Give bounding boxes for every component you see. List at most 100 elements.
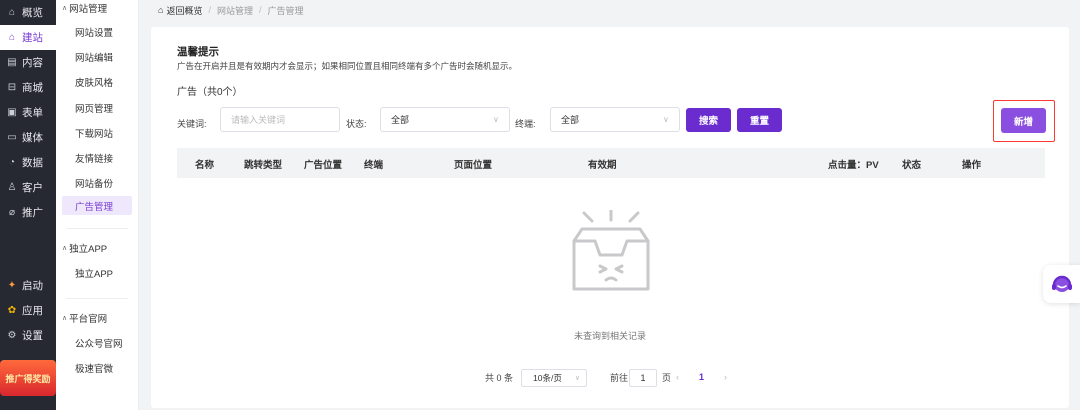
- goto-page-input[interactable]: 1: [629, 369, 657, 387]
- group-title-label: 平台官网: [69, 314, 108, 326]
- column-header: 页面位置: [454, 160, 493, 171]
- breadcrumb-home-label: 返回概览: [166, 5, 203, 16]
- search-button[interactable]: 搜索: [686, 108, 731, 132]
- store-icon: ⊟: [7, 82, 17, 93]
- nav-data[interactable]: ◔ 数据: [0, 150, 56, 175]
- group-title-platform-site[interactable]: ∧ 平台官网: [56, 310, 138, 326]
- column-header: 跳转类型: [244, 160, 283, 171]
- sub-item-label: 下载网站: [75, 128, 114, 140]
- page-size-select[interactable]: 10条/页 ∨: [521, 369, 587, 387]
- nav-customers[interactable]: ♙ 客户: [0, 175, 56, 200]
- nav-mall[interactable]: ⊟ 商城: [0, 75, 56, 100]
- nav-label: 客户: [22, 182, 43, 194]
- nav-label: 应用: [22, 305, 43, 317]
- promo-banner[interactable]: 推广得奖励: [0, 360, 56, 396]
- group-title-label: 独立APP: [69, 244, 108, 256]
- storefront-icon: ⌂: [8, 7, 16, 18]
- sub-item-standalone-app[interactable]: 独立APP: [56, 260, 138, 285]
- sub-item-label: 网站设置: [75, 27, 114, 39]
- ad-count-title: 广告（共0个）: [177, 87, 243, 98]
- video-icon: ▭: [7, 132, 17, 143]
- column-header: 有效期: [588, 160, 617, 171]
- breadcrumb-item-ad-management: 广告管理: [267, 5, 304, 16]
- sub-item-label: 皮肤风格: [75, 78, 114, 90]
- divider: [66, 298, 128, 300]
- sub-item-site-backup[interactable]: 网站备份: [56, 171, 138, 196]
- nav-promotion[interactable]: ⌀ 推广: [0, 200, 56, 225]
- nav-label: 媒体: [22, 132, 43, 144]
- sub-item-download-site[interactable]: 下载网站: [56, 120, 138, 145]
- apps-icon: ✿: [7, 305, 17, 316]
- breadcrumb-separator: /: [208, 5, 211, 15]
- nav-forms[interactable]: ▣ 表单: [0, 100, 56, 125]
- next-page-button[interactable]: ›: [724, 372, 727, 382]
- sub-item-express-microsite[interactable]: 极速官微: [56, 356, 138, 381]
- nav-settings[interactable]: ⚙ 设置: [0, 323, 56, 348]
- sub-item-official-account-site[interactable]: 公众号官网: [56, 330, 138, 355]
- sub-item-skin-style[interactable]: 皮肤风格: [56, 70, 138, 95]
- goto-label: 前往: [610, 372, 629, 383]
- add-button[interactable]: 新增: [1001, 108, 1046, 133]
- settings-icon: ⚙: [7, 330, 17, 341]
- terminal-select[interactable]: 全部 ∨: [550, 107, 680, 132]
- tip-text: 广告在开启并且是有效期内才会显示；如果相同位置且相同终端有多个广告时会随机显示。: [177, 61, 518, 71]
- page-label: 页: [662, 372, 672, 383]
- group-title-standalone-app[interactable]: ∧ 独立APP: [56, 240, 138, 256]
- sub-item-ad-management[interactable]: 广告管理: [62, 196, 132, 216]
- page-number-current[interactable]: 1: [699, 372, 704, 382]
- keyword-input[interactable]: [220, 107, 340, 132]
- nav-apps[interactable]: ✿ 应用: [0, 298, 56, 323]
- terminal-label: 终端:: [515, 119, 536, 129]
- chevron-up-icon: ∧: [62, 315, 68, 323]
- user-icon: ♙: [7, 182, 17, 193]
- sub-item-site-settings[interactable]: 网站设置: [56, 19, 138, 44]
- empty-text: 未查询到相关记录: [573, 331, 646, 341]
- nav-label: 建站: [22, 32, 43, 44]
- secondary-sidebar: ∧ 网站管理 网站设置 网站编辑 皮肤风格 网页管理 下载网站 友情链接 网站备份…: [56, 0, 139, 410]
- sub-item-label: 网站备份: [75, 179, 114, 191]
- chevron-up-icon: ∧: [62, 245, 68, 253]
- pagination-total: 共 0 条: [485, 372, 514, 383]
- sub-item-label: 独立APP: [75, 268, 114, 280]
- sub-item-label: 广告管理: [75, 201, 114, 213]
- column-header: 广告位置: [304, 160, 343, 171]
- nav-overview[interactable]: ⌂ 概览: [0, 0, 56, 25]
- nav-launch[interactable]: ✦ 启动: [0, 273, 56, 298]
- nav-label: 概览: [22, 7, 43, 19]
- column-header: 名称: [195, 160, 215, 171]
- prev-page-button[interactable]: ‹: [676, 372, 679, 382]
- column-header: 点击量：PV: [828, 160, 879, 171]
- chevron-down-icon: ∨: [663, 115, 669, 124]
- sub-item-label: 公众号官网: [75, 339, 123, 351]
- launch-icon: ✦: [7, 280, 17, 291]
- customer-support-button[interactable]: [1043, 265, 1080, 303]
- nav-label: 商城: [22, 82, 43, 94]
- chevron-down-icon: ∨: [493, 115, 499, 124]
- breadcrumb-item-site-management[interactable]: 网站管理: [217, 4, 253, 17]
- breadcrumb-home[interactable]: ⌂ 返回概览: [158, 4, 202, 17]
- status-select[interactable]: 全部 ∨: [380, 107, 510, 132]
- nav-build-site[interactable]: ⌂ 建站: [0, 25, 56, 50]
- nav-label: 表单: [22, 107, 43, 119]
- nav-label: 启动: [22, 280, 43, 292]
- breadcrumb: ⌂ 返回概览 / 网站管理 / 广告管理: [158, 3, 304, 17]
- home-icon: ⌂: [8, 32, 16, 43]
- sub-item-label: 网页管理: [75, 103, 114, 115]
- tip-title: 温馨提示: [177, 46, 219, 58]
- page-size-value: 10条/页: [533, 373, 562, 383]
- sub-item-page-management[interactable]: 网页管理: [56, 95, 138, 120]
- sub-item-friend-links[interactable]: 友情链接: [56, 145, 138, 170]
- sub-item-site-edit[interactable]: 网站编辑: [56, 44, 138, 69]
- main-sidebar: ⌂ 概览 ⌂ 建站 ▤ 内容 ⊟ 商城 ▣ 表单 ▭ 媒体 ◔ 数据 ♙ 客户 ⌀ 推广 ✦ 启动 …: [0, 0, 56, 410]
- sub-item-label: 网站编辑: [75, 52, 114, 64]
- table-header: 名称 跳转类型 广告位置 终端 页面位置 有效期 点击量：PV 状态 操作: [177, 148, 1045, 178]
- promo-text: 推广得奖励: [5, 373, 51, 384]
- column-header: 操作: [962, 160, 982, 171]
- reset-button[interactable]: 重置: [737, 108, 782, 132]
- empty-box-icon: [572, 210, 650, 291]
- column-header: 状态: [902, 160, 922, 171]
- main-card: 温馨提示 广告在开启并且是有效期内才会显示；如果相同位置且相同终端有多个广告时会…: [151, 27, 1069, 408]
- nav-media[interactable]: ▭ 媒体: [0, 125, 56, 150]
- nav-content[interactable]: ▤ 内容: [0, 50, 56, 75]
- group-title-site-management[interactable]: ∧ 网站管理: [56, 0, 138, 16]
